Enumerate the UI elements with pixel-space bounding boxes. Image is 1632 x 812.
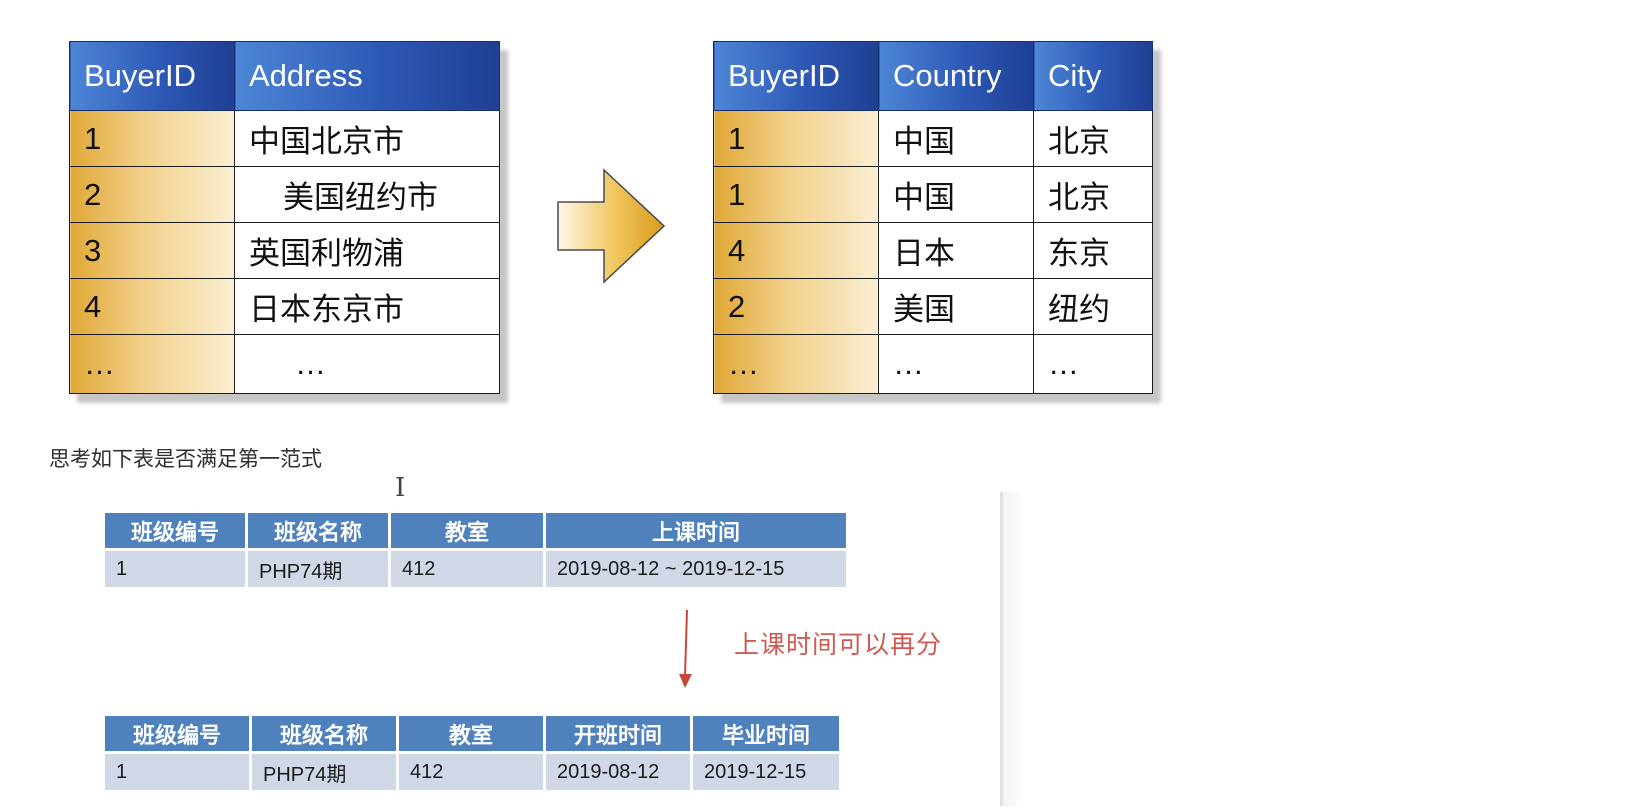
table-cell: 2019-08-12 [546,754,690,790]
header-cell: BuyerID [69,41,235,111]
table-row: 1 中国 北京 [713,166,1153,223]
city-cell: 北京 [1033,166,1153,223]
buyer-id-cell: 4 [69,278,235,335]
buyer-address-table: BuyerID Address 1 中国北京市 2 美国纽约市 3 英国利物浦 … [69,41,500,394]
header-cell: BuyerID [713,41,879,111]
buyer-id-cell: 1 [713,166,879,223]
table-cell: PHP74期 [252,754,396,790]
table-cell: 2019-08-12 ~ 2019-12-15 [546,551,846,587]
city-cell: 纽约 [1033,278,1153,335]
table-header-row: BuyerID Address [69,41,500,111]
table-row: … … [69,334,500,394]
header-cell: 教室 [399,716,543,751]
right-arrow-icon [557,168,666,284]
buyer-id-cell: 4 [713,222,879,279]
header-cell: 班级编号 [105,716,249,751]
country-cell: 中国 [878,166,1034,223]
header-cell: Address [234,41,500,111]
header-cell: 毕业时间 [693,716,839,751]
country-cell: 中国 [878,110,1034,167]
buyer-id-cell: … [69,334,235,394]
table-row: 1 PHP74期 412 2019-08-12 2019-12-15 [105,754,839,790]
table-header-row: 班级编号 班级名称 教室 开班时间 毕业时间 [105,716,839,751]
table-row: 2 美国 纽约 [713,278,1153,335]
header-cell: 教室 [391,513,543,548]
table-row: 1 PHP74期 412 2019-08-12 ~ 2019-12-15 [105,551,846,587]
down-arrow-icon [679,610,692,688]
buyer-id-cell: 1 [713,110,879,167]
question-text: 思考如下表是否满足第一范式 [49,447,322,471]
table-cell: 2019-12-15 [693,754,839,790]
header-cell: 开班时间 [546,716,690,751]
table-header-row: 班级编号 班级名称 教室 上课时间 [105,513,846,548]
table-header-row: BuyerID Country City [713,41,1153,111]
address-cell: … [234,334,500,394]
address-cell: 中国北京市 [234,110,500,167]
table-row: 4 日本 东京 [713,222,1153,279]
split-note: 上课时间可以再分 [734,630,943,659]
header-cell: 班级名称 [252,716,396,751]
table-cell: 1 [105,754,249,790]
header-cell: 班级名称 [248,513,388,548]
divider-shadow [1003,492,1027,806]
city-cell: 北京 [1033,110,1153,167]
table-row: 3 英国利物浦 [69,222,500,279]
buyer-id-cell: 2 [69,166,235,223]
buyer-id-cell: … [713,334,879,394]
header-cell: Country [878,41,1034,111]
class-table-after: 班级编号 班级名称 教室 开班时间 毕业时间 1 PHP74期 412 2019… [102,713,842,793]
country-cell: 日本 [878,222,1034,279]
header-cell: City [1033,41,1153,111]
address-cell: 日本东京市 [234,278,500,335]
table-row: 1 中国北京市 [69,110,500,167]
table-cell: 412 [391,551,543,587]
buyer-id-cell: 2 [713,278,879,335]
text-cursor-icon: I [395,473,406,503]
address-cell: 美国纽约市 [234,166,500,223]
table-row: 4 日本东京市 [69,278,500,335]
table-row: … … … [713,334,1153,394]
country-cell: 美国 [878,278,1034,335]
buyer-city-table: BuyerID Country City 1 中国 北京 1 中国 北京 4 日… [713,41,1153,394]
buyer-id-cell: 1 [69,110,235,167]
country-cell: … [878,334,1034,394]
table-row: 1 中国 北京 [713,110,1153,167]
city-cell: … [1033,334,1153,394]
header-cell: 班级编号 [105,513,245,548]
address-cell: 英国利物浦 [234,222,500,279]
header-cell: 上课时间 [546,513,846,548]
class-table-before: 班级编号 班级名称 教室 上课时间 1 PHP74期 412 2019-08-1… [102,510,849,590]
buyer-id-cell: 3 [69,222,235,279]
table-cell: PHP74期 [248,551,388,587]
table-row: 2 美国纽约市 [69,166,500,223]
table-cell: 1 [105,551,245,587]
table-cell: 412 [399,754,543,790]
city-cell: 东京 [1033,222,1153,279]
